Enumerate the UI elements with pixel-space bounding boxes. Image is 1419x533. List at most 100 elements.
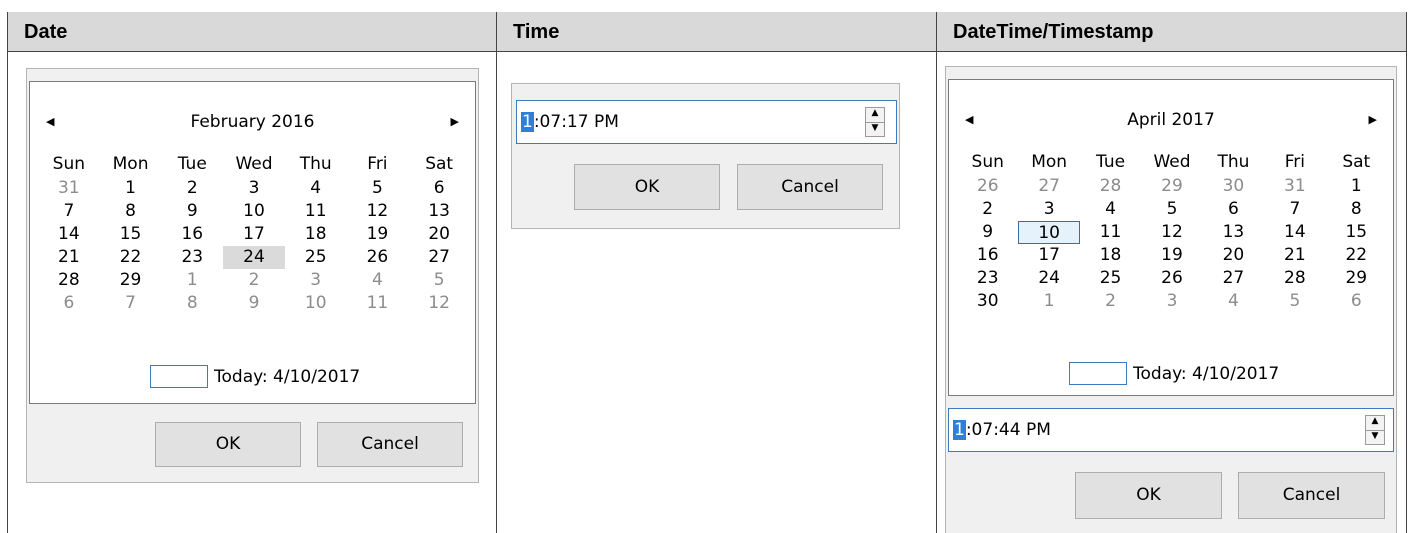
day-cell[interactable]: 28 [38, 269, 100, 292]
day-cell[interactable]: 26 [347, 246, 409, 269]
day-cell[interactable]: 22 [1326, 244, 1387, 267]
day-cell[interactable]: 18 [285, 223, 347, 246]
time-input[interactable]: 1 :07:17 PM [516, 100, 897, 144]
day-cell[interactable]: 26 [1141, 267, 1202, 290]
day-cell[interactable]: 3 [1141, 290, 1202, 313]
day-cell[interactable]: 13 [1203, 221, 1264, 244]
day-cell[interactable]: 29 [1141, 175, 1202, 198]
day-cell[interactable]: 4 [1203, 290, 1264, 313]
day-cell[interactable]: 2 [161, 177, 223, 200]
cancel-button[interactable]: Cancel [317, 422, 463, 467]
day-cell[interactable]: 27 [1018, 175, 1079, 198]
day-cell[interactable]: 9 [223, 292, 285, 315]
hour-segment[interactable]: 1 [953, 420, 966, 440]
day-cell[interactable]: 21 [1264, 244, 1325, 267]
cancel-button[interactable]: Cancel [1238, 472, 1385, 519]
day-cell[interactable]: 1 [1326, 175, 1387, 198]
day-cell[interactable]: 24 [223, 246, 285, 269]
day-cell[interactable]: 8 [100, 200, 162, 223]
spin-up-icon[interactable]: ▲ [1366, 416, 1384, 430]
day-cell[interactable]: 10 [285, 292, 347, 315]
day-cell[interactable]: 31 [38, 177, 100, 200]
time-input[interactable]: 1 :07:44 PM [948, 408, 1394, 452]
day-cell[interactable]: 7 [38, 200, 100, 223]
day-cell[interactable]: 11 [1080, 221, 1141, 244]
spin-down-icon[interactable]: ▼ [866, 121, 884, 137]
day-cell[interactable]: 4 [285, 177, 347, 200]
day-cell[interactable]: 20 [408, 223, 470, 246]
time-spinner[interactable]: ▲ ▼ [865, 107, 885, 137]
day-cell[interactable]: 23 [161, 246, 223, 269]
day-cell[interactable]: 16 [957, 244, 1018, 267]
day-cell[interactable]: 23 [957, 267, 1018, 290]
next-month-icon[interactable]: ▶ [1369, 113, 1377, 126]
day-cell[interactable]: 12 [1141, 221, 1202, 244]
day-cell[interactable]: 5 [1264, 290, 1325, 313]
day-cell[interactable]: 2 [957, 198, 1018, 221]
day-cell[interactable]: 3 [1018, 198, 1079, 221]
day-cell[interactable]: 6 [1203, 198, 1264, 221]
day-cell[interactable]: 1 [1018, 290, 1079, 313]
day-cell[interactable]: 12 [347, 200, 409, 223]
day-cell[interactable]: 3 [223, 177, 285, 200]
day-cell[interactable]: 31 [1264, 175, 1325, 198]
day-cell[interactable]: 16 [161, 223, 223, 246]
day-cell[interactable]: 8 [161, 292, 223, 315]
day-cell[interactable]: 30 [957, 290, 1018, 313]
day-cell[interactable]: 24 [1018, 267, 1079, 290]
day-cell[interactable]: 29 [100, 269, 162, 292]
day-cell[interactable]: 15 [1326, 221, 1387, 244]
day-cell[interactable]: 26 [957, 175, 1018, 198]
day-cell[interactable]: 11 [285, 200, 347, 223]
day-cell[interactable]: 6 [38, 292, 100, 315]
day-cell[interactable]: 7 [1264, 198, 1325, 221]
day-cell[interactable]: 10 [1018, 221, 1080, 244]
day-cell[interactable]: 19 [1141, 244, 1202, 267]
day-cell[interactable]: 3 [285, 269, 347, 292]
day-cell[interactable]: 10 [223, 200, 285, 223]
day-cell[interactable]: 19 [347, 223, 409, 246]
day-cell[interactable]: 2 [1080, 290, 1141, 313]
day-cell[interactable]: 27 [408, 246, 470, 269]
day-cell[interactable]: 14 [1264, 221, 1325, 244]
day-cell[interactable]: 6 [1326, 290, 1387, 313]
day-cell[interactable]: 1 [100, 177, 162, 200]
day-cell[interactable]: 9 [161, 200, 223, 223]
next-month-icon[interactable]: ▶ [451, 115, 459, 128]
spin-down-icon[interactable]: ▼ [1366, 429, 1384, 445]
hour-segment[interactable]: 1 [521, 112, 534, 132]
spin-up-icon[interactable]: ▲ [866, 108, 884, 122]
ok-button[interactable]: OK [1075, 472, 1222, 519]
day-cell[interactable]: 5 [408, 269, 470, 292]
day-cell[interactable]: 5 [1141, 198, 1202, 221]
day-cell[interactable]: 4 [1080, 198, 1141, 221]
day-cell[interactable]: 28 [1080, 175, 1141, 198]
day-cell[interactable]: 9 [957, 221, 1018, 244]
day-cell[interactable]: 25 [285, 246, 347, 269]
ok-button[interactable]: OK [574, 164, 720, 210]
day-cell[interactable]: 17 [223, 223, 285, 246]
cancel-button[interactable]: Cancel [737, 164, 883, 210]
day-cell[interactable]: 14 [38, 223, 100, 246]
day-cell[interactable]: 5 [347, 177, 409, 200]
day-cell[interactable]: 22 [100, 246, 162, 269]
day-cell[interactable]: 7 [100, 292, 162, 315]
day-cell[interactable]: 13 [408, 200, 470, 223]
day-cell[interactable]: 28 [1264, 267, 1325, 290]
day-cell[interactable]: 17 [1018, 244, 1079, 267]
day-cell[interactable]: 25 [1080, 267, 1141, 290]
day-cell[interactable]: 29 [1326, 267, 1387, 290]
ok-button[interactable]: OK [155, 422, 301, 467]
day-cell[interactable]: 21 [38, 246, 100, 269]
today-row[interactable]: Today: 4/10/2017 [1069, 362, 1279, 385]
day-cell[interactable]: 15 [100, 223, 162, 246]
day-cell[interactable]: 20 [1203, 244, 1264, 267]
day-cell[interactable]: 8 [1326, 198, 1387, 221]
day-cell[interactable]: 27 [1203, 267, 1264, 290]
day-cell[interactable]: 6 [408, 177, 470, 200]
day-cell[interactable]: 12 [408, 292, 470, 315]
time-spinner[interactable]: ▲ ▼ [1365, 415, 1385, 445]
day-cell[interactable]: 30 [1203, 175, 1264, 198]
today-row[interactable]: Today: 4/10/2017 [150, 365, 360, 388]
day-cell[interactable]: 4 [347, 269, 409, 292]
